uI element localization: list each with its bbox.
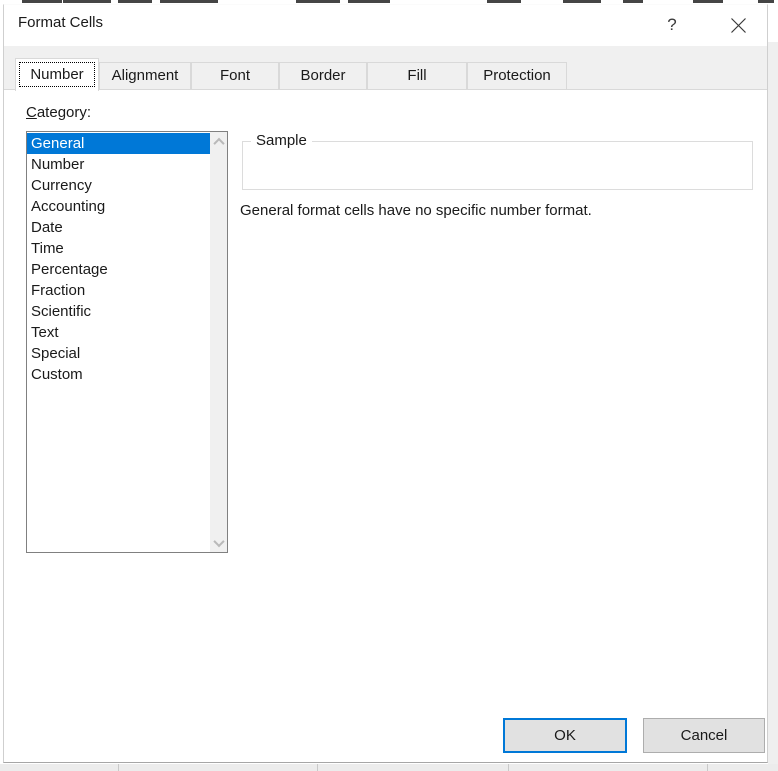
category-label-accesskey: C [26,104,37,121]
listbox-scrollbar[interactable] [210,132,227,552]
chevron-down-icon [212,535,225,547]
screen: Format Cells ? Number Alignment Font Bor… [0,0,778,771]
help-icon: ? [667,15,677,34]
category-item-time[interactable]: Time [27,238,210,259]
gridline [317,764,318,771]
background-artifact [296,0,340,3]
gridline [118,764,119,771]
cancel-button[interactable]: Cancel [643,718,765,753]
background-artifact [118,0,152,3]
tab-protection[interactable]: Protection [467,62,567,89]
category-item-date[interactable]: Date [27,217,210,238]
gridline [508,764,509,771]
category-item-percentage[interactable]: Percentage [27,259,210,280]
background-artifact [758,0,774,3]
category-list: General Number Currency Accounting Date … [27,133,210,385]
tab-fill[interactable]: Fill [367,62,467,89]
tab-font[interactable]: Font [191,62,279,89]
category-item-fraction[interactable]: Fraction [27,280,210,301]
background-artifact [22,0,62,3]
scroll-down-button[interactable] [210,534,227,551]
gridline [707,764,708,771]
background-artifact [623,0,643,3]
chevron-up-icon [212,137,225,149]
close-icon [730,17,746,33]
category-listbox: General Number Currency Accounting Date … [26,131,228,553]
background-artifact [160,0,218,3]
background-artifact [563,0,601,3]
category-item-scientific[interactable]: Scientific [27,301,210,322]
background-artifact [348,0,390,3]
category-item-number[interactable]: Number [27,154,210,175]
background-sliver-right [768,42,778,771]
tab-border[interactable]: Border [279,62,367,89]
sample-legend: Sample [251,132,312,149]
sample-value [243,142,752,162]
category-label-rest: ategory: [36,104,92,121]
help-button[interactable]: ? [656,10,688,40]
category-item-general[interactable]: General [27,133,210,154]
format-description: General format cells have no specific nu… [240,202,592,219]
category-item-special[interactable]: Special [27,343,210,364]
category-item-currency[interactable]: Currency [27,175,210,196]
sample-groupbox: Sample [242,132,753,190]
background-sliver-bottom [0,764,778,771]
close-button[interactable] [722,10,754,40]
background-artifact [693,0,723,3]
category-item-text[interactable]: Text [27,322,210,343]
category-label: Category: [26,104,91,121]
dialog-titlebar: Format Cells ? [4,5,767,46]
dialog-title: Format Cells [18,14,104,31]
scroll-up-button[interactable] [210,133,227,150]
ok-button[interactable]: OK [503,718,627,753]
background-artifact [487,0,521,3]
tab-alignment[interactable]: Alignment [99,62,191,89]
format-cells-dialog: Format Cells ? Number Alignment Font Bor… [3,4,768,763]
background-artifact [63,0,111,3]
background-sliver-top [0,0,778,4]
tab-number[interactable]: Number [15,58,99,91]
category-item-custom[interactable]: Custom [27,364,210,385]
category-item-accounting[interactable]: Accounting [27,196,210,217]
